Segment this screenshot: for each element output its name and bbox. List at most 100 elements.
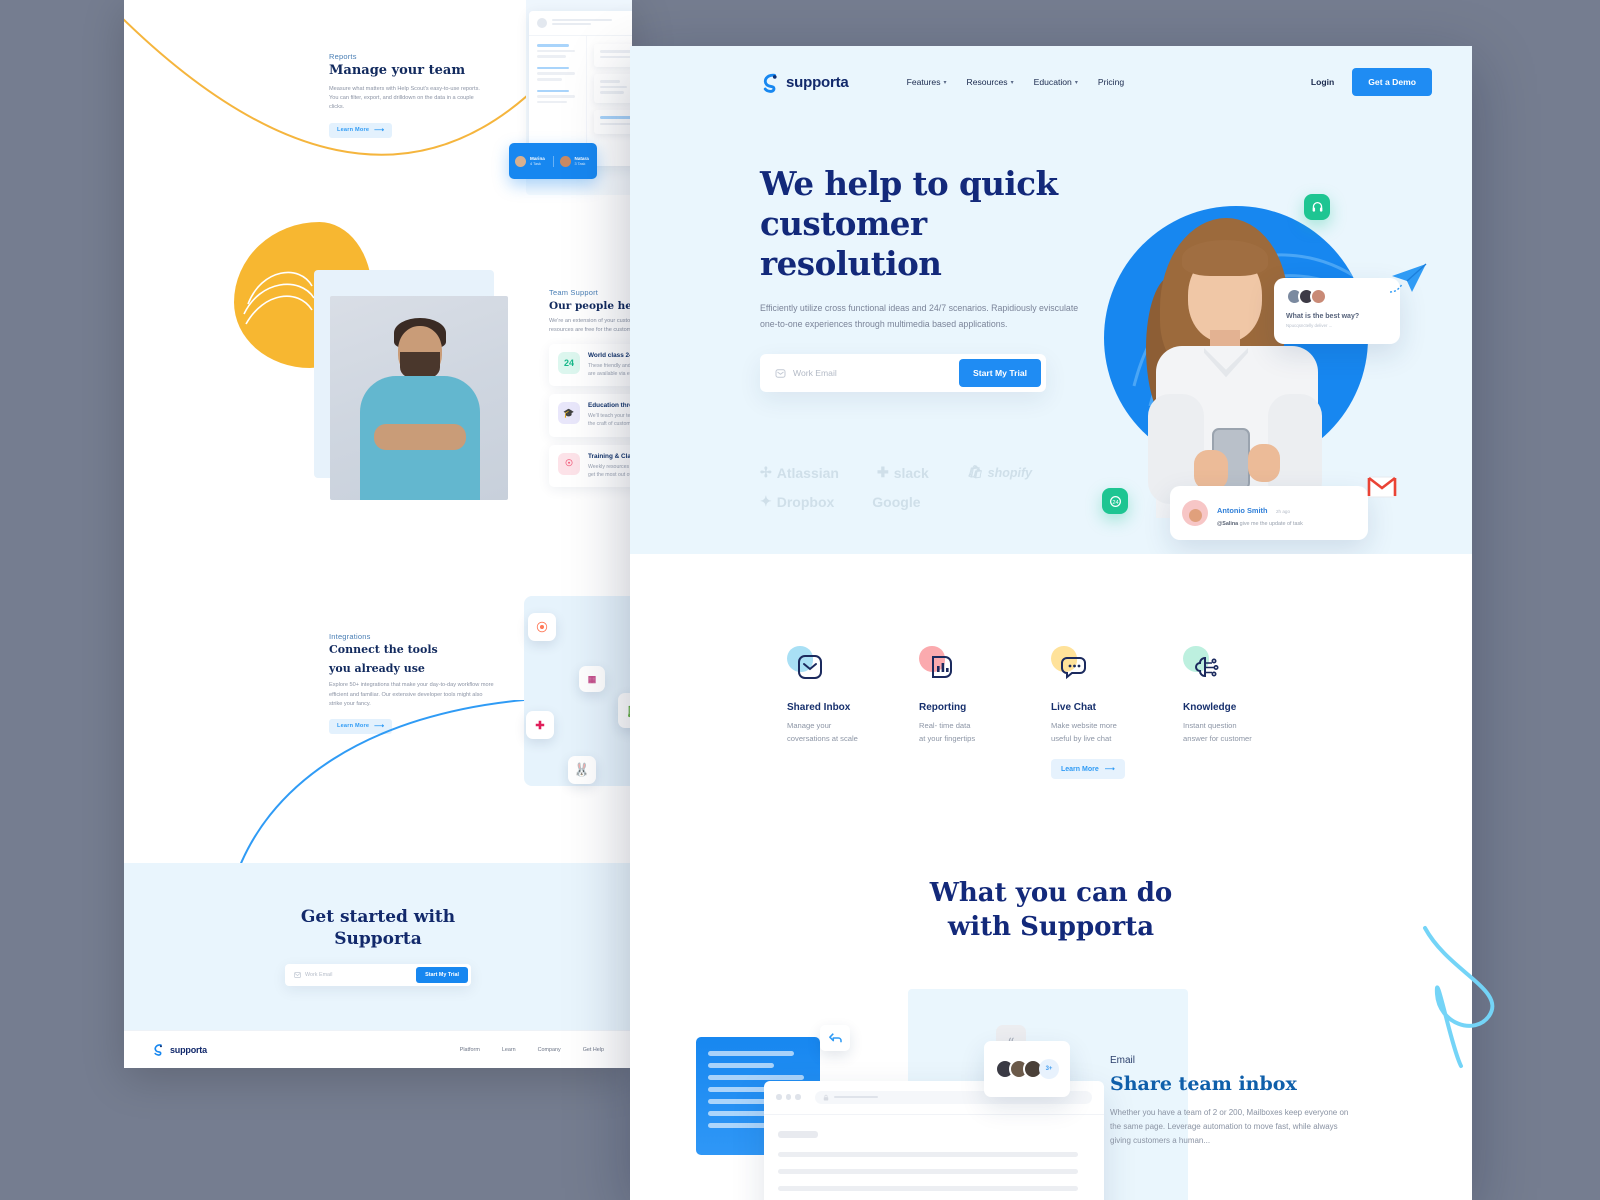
learn-more-label: Learn More <box>1061 765 1099 773</box>
support-agent-photo <box>330 296 508 500</box>
card-line1: Weekly resources designed to help you <box>588 463 632 470</box>
email-title: Share team inbox <box>1110 1072 1297 1095</box>
dropbox-logo: ✦ Dropbox <box>760 493 834 510</box>
header-logo[interactable]: supporta <box>760 72 849 93</box>
supporta-logo-icon <box>763 73 777 93</box>
avatar-group <box>1286 288 1388 305</box>
logo-label: slack <box>893 464 929 481</box>
chevron-down-icon: ▾ <box>1010 79 1014 86</box>
team-member-item: Marina 4 Task <box>509 155 553 167</box>
arrow-right-icon: ⟶ <box>1104 766 1115 774</box>
feature-line2: coversations at scale <box>787 733 858 743</box>
main-landing-page-panel: supporta Features ▾ Resources ▾ Educatio… <box>630 46 1472 1200</box>
feature-live-chat: Live Chat Make website more useful by li… <box>1025 601 1183 819</box>
avatar <box>1310 288 1327 305</box>
slack-logo: ✚ slack <box>877 464 929 481</box>
footer-link-get-help[interactable]: Get Help <box>583 1047 604 1053</box>
feature-line2: answer for customer <box>1183 733 1252 743</box>
reports-section: Reports Manage your team Measure what ma… <box>329 52 489 138</box>
nav-actions: Login Get a Demo <box>1311 68 1432 96</box>
cta-email-form: Work Email Start My Trial <box>285 963 471 986</box>
nav-item-education[interactable]: Education ▾ <box>1034 77 1078 87</box>
team-support-card-education[interactable]: 🎓 Education through HelpU We'll teach yo… <box>549 394 632 437</box>
hero-paragraph: Efficiently utilize cross functional ide… <box>760 302 1079 330</box>
supporta-logo-icon <box>154 1044 162 1056</box>
team-support-eyebrow: Team Support <box>549 288 599 297</box>
blob-line-decoration <box>243 271 315 325</box>
bubble-question-subtext: Npucqsnctelly deliver ... <box>1286 323 1333 328</box>
reports-paragraph: Measure what matters with Help Scout's e… <box>329 85 480 111</box>
hero-signup-form: Work Email Start My Trial <box>760 354 1046 393</box>
nav-label: Pricing <box>1097 77 1125 87</box>
card-title: World class 24x6 Support <box>588 351 632 359</box>
nav-label: Education <box>1033 77 1072 87</box>
support-badge-icon: 24 <box>1102 488 1128 514</box>
team-member-item: Natara 3 Task <box>552 155 598 167</box>
feature-title: Shared Inbox <box>787 702 851 713</box>
reporting-icon <box>919 646 961 688</box>
what-you-can-do-heading: What you can do with Supporta <box>630 877 1472 945</box>
blue-swirl-decoration <box>1423 926 1495 1068</box>
team-support-card-support[interactable]: 24 World class 24x6 Support These friend… <box>549 343 632 387</box>
footer-link-learn[interactable]: Learn <box>502 1047 516 1053</box>
team-support-card-training[interactable]: ☉ Training & Classes Weekly resources de… <box>549 444 632 488</box>
back-page-cta-section: Get started with Supporta Work Email Sta… <box>124 863 632 1030</box>
hero-person-photo <box>1138 218 1368 518</box>
card-line2: are available via email and chat. <box>588 370 632 377</box>
feature-reporting: Reporting Real- time data at your finger… <box>919 646 1051 779</box>
back-page-footer: supporta Platform Learn Company Get Help <box>124 1030 632 1068</box>
shopify-icon: 🛍 <box>966 465 983 479</box>
hero-illustration: 24 What is the best way? Npucqsnctelly d… <box>1092 166 1452 540</box>
member-task-count: 3 Task <box>574 161 586 166</box>
message-handle: @Salina <box>1217 520 1239 527</box>
headset-badge-icon <box>1304 194 1330 220</box>
integrations-title-line2: you already use <box>329 661 425 675</box>
nav-item-pricing[interactable]: Pricing <box>1098 77 1124 87</box>
reports-learn-more-button[interactable]: Learn More ⟶ <box>329 122 393 138</box>
cta-email-input[interactable]: Work Email <box>288 967 416 983</box>
lock-icon <box>823 1094 828 1101</box>
feature-line1: Make website more <box>1051 721 1117 730</box>
inbox-mockup: “ 3+ <box>696 1024 1116 1200</box>
card-line2: get the most out of Help Scout. <box>588 472 632 479</box>
nav-item-resources[interactable]: Resources ▾ <box>967 77 1014 87</box>
footer-logo[interactable]: supporta <box>152 1043 207 1056</box>
nav-item-features[interactable]: Features ▾ <box>907 77 947 87</box>
nav-label: Features <box>906 77 941 87</box>
chat-bubble-question: What is the best way? Npucqsnctelly deli… <box>1274 278 1400 344</box>
background-landing-page-panel: Reports Manage your team Measure what ma… <box>124 0 632 1068</box>
member-task-count: 4 Task <box>530 161 541 166</box>
card-line2: the craft of customer service. <box>588 421 632 428</box>
shopify-logo: 🛍 shopify <box>967 465 1032 480</box>
envelope-icon <box>294 971 301 978</box>
start-my-trial-button[interactable]: Start My Trial <box>959 359 1041 388</box>
logo-label: Dropbox <box>776 493 835 510</box>
feature-title: Reporting <box>919 702 967 713</box>
hero-email-input[interactable]: Work Email <box>765 359 959 387</box>
feature-learn-more-button[interactable]: Learn More ⟶ <box>1051 759 1125 780</box>
mailchimp-grid-icon[interactable]: ▦ <box>579 666 605 692</box>
cta-email-placeholder: Work Email <box>305 971 333 978</box>
feature-line2: useful by live chat <box>1051 733 1112 743</box>
cta-title-line2: Supporta <box>334 928 422 949</box>
login-link[interactable]: Login <box>1311 77 1334 87</box>
team-support-section: Team Support Our people help the best We… <box>549 288 632 488</box>
reports-title: Manage your team <box>329 63 466 78</box>
cta-start-trial-button[interactable]: Start My Trial <box>416 966 468 983</box>
integrations-title-line1: Connect the tools <box>329 643 438 656</box>
browser-window-mockup <box>764 1080 1104 1200</box>
footer-link-platform[interactable]: Platform <box>460 1047 480 1053</box>
hero-title-line1: We help to quick <box>760 164 1058 203</box>
message-text: give me the update of task <box>1239 520 1303 527</box>
email-eyebrow: Email <box>1110 1054 1136 1066</box>
reply-icon <box>820 1024 850 1051</box>
hubspot-icon[interactable]: ⦿ <box>528 613 556 641</box>
nav-label: Resources <box>966 77 1008 87</box>
footer-link-company[interactable]: Company <box>538 1047 561 1053</box>
shared-inbox-icon <box>787 646 829 688</box>
reports-dashboard-mockup: Marina 4 Task Natara 3 Task <box>509 0 632 200</box>
get-a-demo-button[interactable]: Get a Demo <box>1352 68 1432 96</box>
svg-text:24: 24 <box>1112 499 1118 505</box>
feature-line1: Instant question <box>1183 721 1237 730</box>
live-chat-icon <box>1051 646 1093 688</box>
